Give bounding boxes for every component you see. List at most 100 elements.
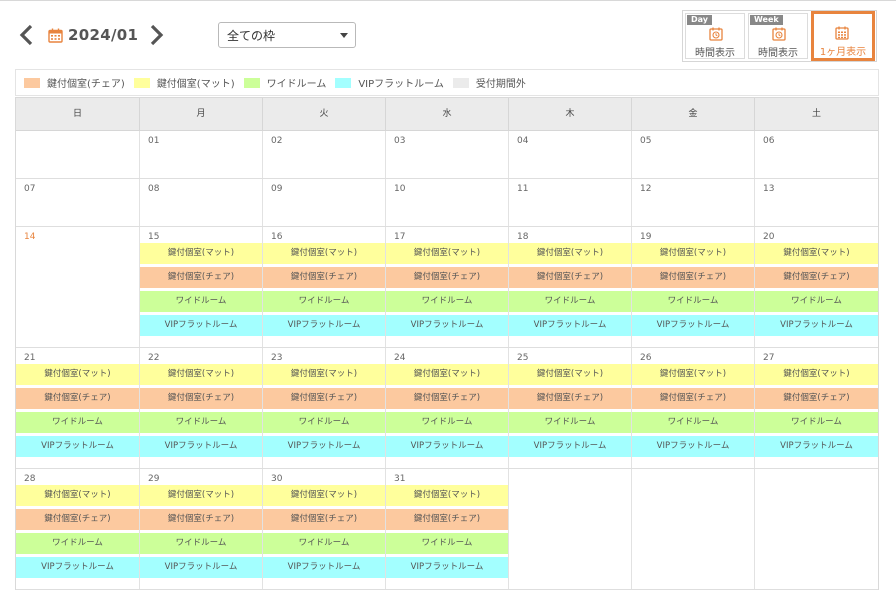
slot-chair[interactable]: 鍵付個室(チェア) bbox=[16, 388, 139, 409]
slot-mat[interactable]: 鍵付個室(マット) bbox=[140, 243, 262, 264]
slot-mat[interactable]: 鍵付個室(マット) bbox=[140, 364, 262, 385]
day-cell[interactable]: 23 鍵付個室(マット) 鍵付個室(チェア) ワイドルーム VIPフラットルーム bbox=[263, 348, 386, 468]
slot-wide[interactable]: ワイドルーム bbox=[263, 291, 385, 312]
day-cell[interactable]: 21 鍵付個室(マット) 鍵付個室(チェア) ワイドルーム VIPフラットルーム bbox=[16, 348, 140, 468]
slot-mat[interactable]: 鍵付個室(マット) bbox=[386, 364, 508, 385]
day-cell[interactable]: 27 鍵付個室(マット) 鍵付個室(チェア) ワイドルーム VIPフラットルーム bbox=[755, 348, 878, 468]
slot-wide[interactable]: ワイドルーム bbox=[16, 533, 139, 554]
slot-wide[interactable]: ワイドルーム bbox=[632, 291, 754, 312]
day-cell[interactable]: 25 鍵付個室(マット) 鍵付個室(チェア) ワイドルーム VIPフラットルーム bbox=[509, 348, 632, 468]
day-cell[interactable]: 18 鍵付個室(マット) 鍵付個室(チェア) ワイドルーム VIPフラットルーム bbox=[509, 227, 632, 347]
slot-wide[interactable]: ワイドルーム bbox=[386, 533, 508, 554]
slot-mat[interactable]: 鍵付個室(マット) bbox=[632, 243, 754, 264]
slot-vip[interactable]: VIPフラットルーム bbox=[509, 315, 631, 336]
slot-vip[interactable]: VIPフラットルーム bbox=[263, 436, 385, 457]
slot-mat[interactable]: 鍵付個室(マット) bbox=[509, 243, 631, 264]
slot-wide[interactable]: ワイドルーム bbox=[509, 291, 631, 312]
day-cell[interactable]: 31 鍵付個室(マット) 鍵付個室(チェア) ワイドルーム VIPフラットルーム bbox=[386, 469, 509, 589]
day-cell[interactable]: 30 鍵付個室(マット) 鍵付個室(チェア) ワイドルーム VIPフラットルーム bbox=[263, 469, 386, 589]
slot-wide[interactable]: ワイドルーム bbox=[755, 412, 878, 433]
day-number: 06 bbox=[763, 136, 775, 146]
day-cell[interactable]: 19 鍵付個室(マット) 鍵付個室(チェア) ワイドルーム VIPフラットルーム bbox=[632, 227, 755, 347]
slot-vip[interactable]: VIPフラットルーム bbox=[263, 315, 385, 336]
slot-mat[interactable]: 鍵付個室(マット) bbox=[755, 364, 878, 385]
slot-chair[interactable]: 鍵付個室(チェア) bbox=[509, 267, 631, 288]
slot-chair[interactable]: 鍵付個室(チェア) bbox=[140, 388, 262, 409]
slot-chair[interactable]: 鍵付個室(チェア) bbox=[755, 388, 878, 409]
slot-vip[interactable]: VIPフラットルーム bbox=[140, 436, 262, 457]
slot-wide[interactable]: ワイドルーム bbox=[140, 412, 262, 433]
day-cell[interactable]: 24 鍵付個室(マット) 鍵付個室(チェア) ワイドルーム VIPフラットルーム bbox=[386, 348, 509, 468]
view-label-day: 時間表示 bbox=[695, 48, 735, 59]
slot-mat[interactable]: 鍵付個室(マット) bbox=[140, 485, 262, 506]
slot-wide[interactable]: ワイドルーム bbox=[16, 412, 139, 433]
slot-mat[interactable]: 鍵付個室(マット) bbox=[632, 364, 754, 385]
prev-month-button[interactable] bbox=[17, 24, 39, 46]
day-number: 15 bbox=[148, 232, 160, 242]
slot-chair[interactable]: 鍵付個室(チェア) bbox=[263, 267, 385, 288]
slot-chair[interactable]: 鍵付個室(チェア) bbox=[16, 509, 139, 530]
slot-vip[interactable]: VIPフラットルーム bbox=[632, 315, 754, 336]
slot-chair[interactable]: 鍵付個室(チェア) bbox=[386, 388, 508, 409]
slot-vip[interactable]: VIPフラットルーム bbox=[386, 315, 508, 336]
day-number: 28 bbox=[24, 474, 36, 484]
slot-mat[interactable]: 鍵付個室(マット) bbox=[386, 243, 508, 264]
slot-chair[interactable]: 鍵付個室(チェア) bbox=[140, 509, 262, 530]
day-view-button[interactable]: Day 時間表示 bbox=[685, 13, 745, 59]
slot-wide[interactable]: ワイドルーム bbox=[509, 412, 631, 433]
slot-vip[interactable]: VIPフラットルーム bbox=[140, 315, 262, 336]
slot-mat[interactable]: 鍵付個室(マット) bbox=[386, 485, 508, 506]
slot-chair[interactable]: 鍵付個室(チェア) bbox=[755, 267, 878, 288]
slot-vip[interactable]: VIPフラットルーム bbox=[755, 315, 878, 336]
slot-chair[interactable]: 鍵付個室(チェア) bbox=[263, 509, 385, 530]
day-cell[interactable]: 22 鍵付個室(マット) 鍵付個室(チェア) ワイドルーム VIPフラットルーム bbox=[140, 348, 263, 468]
slot-wide[interactable]: ワイドルーム bbox=[632, 412, 754, 433]
day-number: 16 bbox=[271, 232, 283, 242]
slot-chair[interactable]: 鍵付個室(チェア) bbox=[386, 267, 508, 288]
slot-mat[interactable]: 鍵付個室(マット) bbox=[263, 485, 385, 506]
month-title: 2024/01 bbox=[48, 24, 138, 46]
slot-vip[interactable]: VIPフラットルーム bbox=[632, 436, 754, 457]
slot-vip[interactable]: VIPフラットルーム bbox=[755, 436, 878, 457]
slot-mat[interactable]: 鍵付個室(マット) bbox=[263, 243, 385, 264]
day-cell[interactable]: 26 鍵付個室(マット) 鍵付個室(チェア) ワイドルーム VIPフラットルーム bbox=[632, 348, 755, 468]
day-cell[interactable]: 15 鍵付個室(マット) 鍵付個室(チェア) ワイドルーム VIPフラットルーム bbox=[140, 227, 263, 347]
slot-vip[interactable]: VIPフラットルーム bbox=[140, 557, 262, 578]
slot-vip[interactable]: VIPフラットルーム bbox=[386, 436, 508, 457]
slot-wide[interactable]: ワイドルーム bbox=[140, 291, 262, 312]
day-cell[interactable]: 20 鍵付個室(マット) 鍵付個室(チェア) ワイドルーム VIPフラットルーム bbox=[755, 227, 878, 347]
slot-wide[interactable]: ワイドルーム bbox=[386, 412, 508, 433]
month-view-button[interactable]: 1ヶ月表示 bbox=[811, 11, 875, 61]
slot-vip[interactable]: VIPフラットルーム bbox=[16, 436, 139, 457]
slot-chair[interactable]: 鍵付個室(チェア) bbox=[386, 509, 508, 530]
next-month-button[interactable] bbox=[145, 24, 167, 46]
slot-vip[interactable]: VIPフラットルーム bbox=[16, 557, 139, 578]
slot-mat[interactable]: 鍵付個室(マット) bbox=[16, 364, 139, 385]
day-number: 14 bbox=[24, 232, 36, 242]
day-cell[interactable]: 28 鍵付個室(マット) 鍵付個室(チェア) ワイドルーム VIPフラットルーム bbox=[16, 469, 140, 589]
slot-mat[interactable]: 鍵付個室(マット) bbox=[263, 364, 385, 385]
day-cell[interactable]: 29 鍵付個室(マット) 鍵付個室(チェア) ワイドルーム VIPフラットルーム bbox=[140, 469, 263, 589]
slot-chair[interactable]: 鍵付個室(チェア) bbox=[632, 267, 754, 288]
slot-chair[interactable]: 鍵付個室(チェア) bbox=[140, 267, 262, 288]
slot-chair[interactable]: 鍵付個室(チェア) bbox=[632, 388, 754, 409]
day-number: 22 bbox=[148, 353, 160, 363]
slot-filter-select[interactable]: 全ての枠 bbox=[218, 22, 356, 48]
slot-vip[interactable]: VIPフラットルーム bbox=[263, 557, 385, 578]
day-cell[interactable]: 16 鍵付個室(マット) 鍵付個室(チェア) ワイドルーム VIPフラットルーム bbox=[263, 227, 386, 347]
calendar-icon bbox=[48, 28, 63, 43]
slot-mat[interactable]: 鍵付個室(マット) bbox=[755, 243, 878, 264]
slot-wide[interactable]: ワイドルーム bbox=[140, 533, 262, 554]
slot-chair[interactable]: 鍵付個室(チェア) bbox=[263, 388, 385, 409]
week-view-button[interactable]: Week 時間表示 bbox=[748, 13, 808, 59]
slot-vip[interactable]: VIPフラットルーム bbox=[509, 436, 631, 457]
day-cell[interactable]: 17 鍵付個室(マット) 鍵付個室(チェア) ワイドルーム VIPフラットルーム bbox=[386, 227, 509, 347]
slot-chair[interactable]: 鍵付個室(チェア) bbox=[509, 388, 631, 409]
slot-vip[interactable]: VIPフラットルーム bbox=[386, 557, 508, 578]
slot-mat[interactable]: 鍵付個室(マット) bbox=[16, 485, 139, 506]
slot-wide[interactable]: ワイドルーム bbox=[263, 533, 385, 554]
slot-wide[interactable]: ワイドルーム bbox=[755, 291, 878, 312]
slot-mat[interactable]: 鍵付個室(マット) bbox=[509, 364, 631, 385]
slot-wide[interactable]: ワイドルーム bbox=[386, 291, 508, 312]
slot-wide[interactable]: ワイドルーム bbox=[263, 412, 385, 433]
